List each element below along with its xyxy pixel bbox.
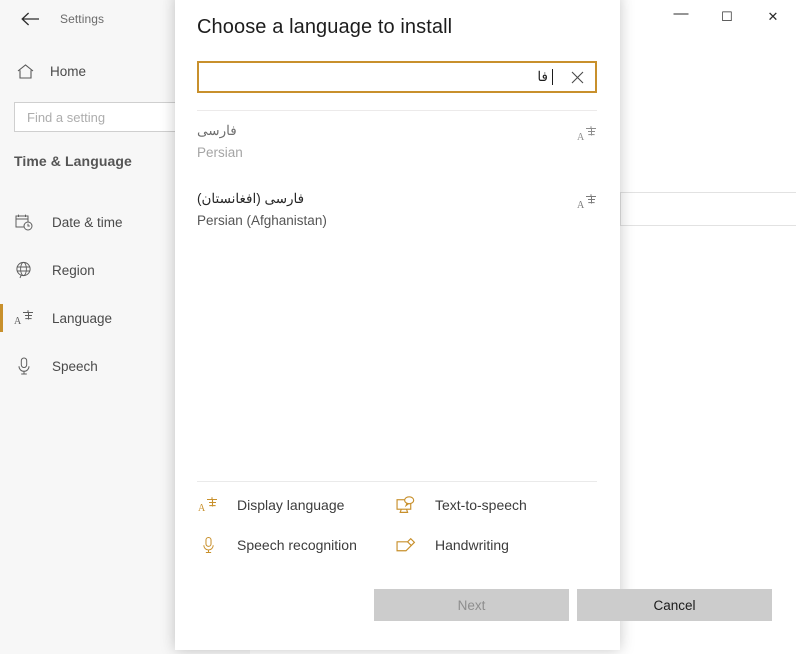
list-item[interactable]: فارسی (افغانستان) Persian (Afghanistan) …	[175, 179, 620, 247]
display-language-icon: A	[14, 309, 34, 327]
close-button[interactable]: ✕	[750, 0, 796, 32]
svg-text:A: A	[577, 132, 585, 143]
svg-text:A: A	[577, 200, 585, 211]
globe-icon	[14, 261, 34, 279]
display-language-icon: A	[576, 123, 598, 143]
handwriting-icon	[395, 534, 417, 556]
sidebar-item-label: Language	[52, 310, 113, 326]
minimize-icon: —	[673, 4, 689, 22]
text-caret	[552, 69, 553, 85]
capabilities-divider	[197, 481, 597, 482]
maximize-button[interactable]: ☐	[704, 0, 750, 32]
capability-label: Text-to-speech	[435, 497, 527, 513]
capability-label: Speech recognition	[237, 537, 357, 553]
svg-text:A: A	[14, 316, 22, 327]
cancel-button[interactable]: Cancel	[577, 589, 772, 621]
dialog-buttons: Next Cancel	[374, 589, 772, 621]
capability-handwriting: Handwriting	[395, 534, 597, 556]
microphone-icon	[14, 357, 34, 375]
dialog-title: Choose a language to install	[197, 16, 453, 38]
text-to-speech-icon	[395, 494, 417, 516]
sidebar-item-label: Date & time	[52, 214, 123, 230]
sidebar-section-header: Time & Language	[14, 153, 132, 169]
capability-label: Handwriting	[435, 537, 509, 553]
calendar-clock-icon	[14, 213, 34, 231]
sidebar-item-label: Speech	[52, 358, 98, 374]
language-search-input[interactable]: فا	[197, 61, 597, 93]
language-english-name: Persian (Afghanistan)	[197, 213, 327, 228]
speech-recognition-icon	[197, 534, 219, 556]
find-a-setting-placeholder: Find a setting	[27, 109, 106, 125]
next-button[interactable]: Next	[374, 589, 569, 621]
background-dropdown[interactable]: ❮	[620, 192, 796, 226]
capability-label: Display language	[237, 497, 345, 513]
back-arrow-icon[interactable]	[10, 4, 50, 34]
sidebar-item-label: Region	[52, 262, 95, 278]
minimize-button[interactable]: —	[658, 0, 704, 32]
capability-display-language: A Display language	[197, 494, 395, 516]
choose-language-dialog: Choose a language to install فا فارسی Pe…	[175, 0, 772, 650]
capability-text-to-speech: Text-to-speech	[395, 494, 597, 516]
settings-window-root: Settings Home Find a setting Time & Lang…	[0, 0, 796, 654]
close-icon[interactable]	[559, 63, 595, 91]
language-results-list[interactable]: فارسی Persian A فارسی (افغانستان) Persia…	[175, 111, 620, 479]
svg-text:A: A	[198, 503, 206, 514]
language-english-name: Persian	[197, 145, 243, 160]
display-language-icon: A	[576, 191, 598, 211]
window-title: Settings	[60, 12, 105, 26]
language-native-name: فارسی (افغانستان)	[197, 191, 305, 206]
close-icon: ✕	[767, 8, 779, 24]
language-capabilities: A Display language Text-to-speech Speech…	[197, 494, 597, 556]
maximize-icon: ☐	[721, 8, 733, 24]
home-icon	[16, 63, 34, 79]
list-item[interactable]: فارسی Persian A	[175, 111, 620, 179]
language-native-name: فارسی	[197, 123, 237, 138]
capability-speech-recognition: Speech recognition	[197, 534, 395, 556]
window-controls: — ☐ ✕	[658, 0, 796, 32]
language-search-value: فا	[537, 69, 548, 84]
sidebar-item-home-label: Home	[50, 63, 87, 79]
display-language-icon: A	[197, 494, 219, 516]
